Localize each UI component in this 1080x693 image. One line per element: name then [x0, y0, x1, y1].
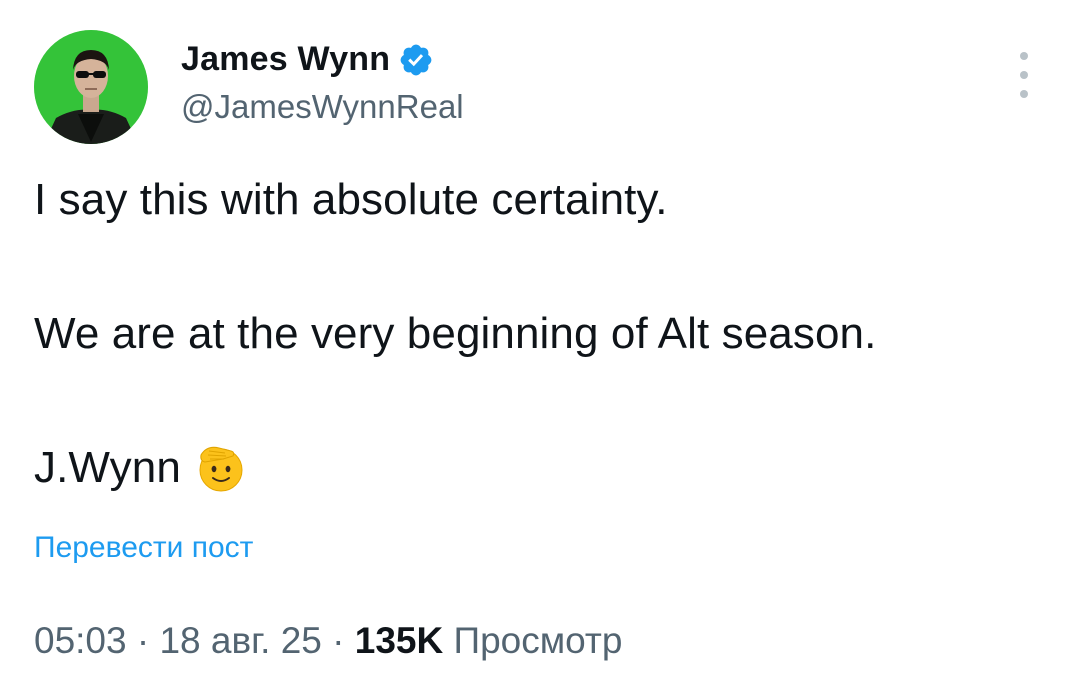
tweet-text-line: We are at the very beginning of Alt seas… [34, 309, 877, 358]
verified-badge-icon [398, 42, 434, 78]
signature-text: J.Wynn [34, 443, 181, 492]
tweet-time[interactable]: 05:03 [34, 620, 127, 661]
tweet-date[interactable]: 18 авг. 25 [159, 620, 321, 661]
author-name[interactable]: James Wynn [181, 40, 434, 79]
translate-post-link[interactable]: Перевести пост [34, 531, 253, 565]
tweet-meta: 05:03 · 18 авг. 25 · 135K Просмотр [34, 620, 622, 662]
author-avatar[interactable] [34, 30, 148, 144]
saluting-face-emoji-icon [195, 442, 247, 494]
tweet-signature: J.Wynn [34, 442, 247, 494]
tweet-text-line: I say this with absolute certainty. [34, 175, 668, 224]
meta-separator: · [332, 620, 345, 661]
views-label: Просмотр [453, 620, 623, 661]
author-name-text: James Wynn [181, 40, 391, 78]
more-options-icon [1020, 52, 1028, 60]
meta-separator: · [136, 620, 150, 661]
tweet-card: James Wynn @JamesWynnReal I say this wit… [0, 0, 1080, 693]
more-options-button[interactable] [1006, 52, 1042, 98]
views-count: 135K [354, 620, 444, 661]
author-handle[interactable]: @JamesWynnReal [181, 88, 464, 126]
